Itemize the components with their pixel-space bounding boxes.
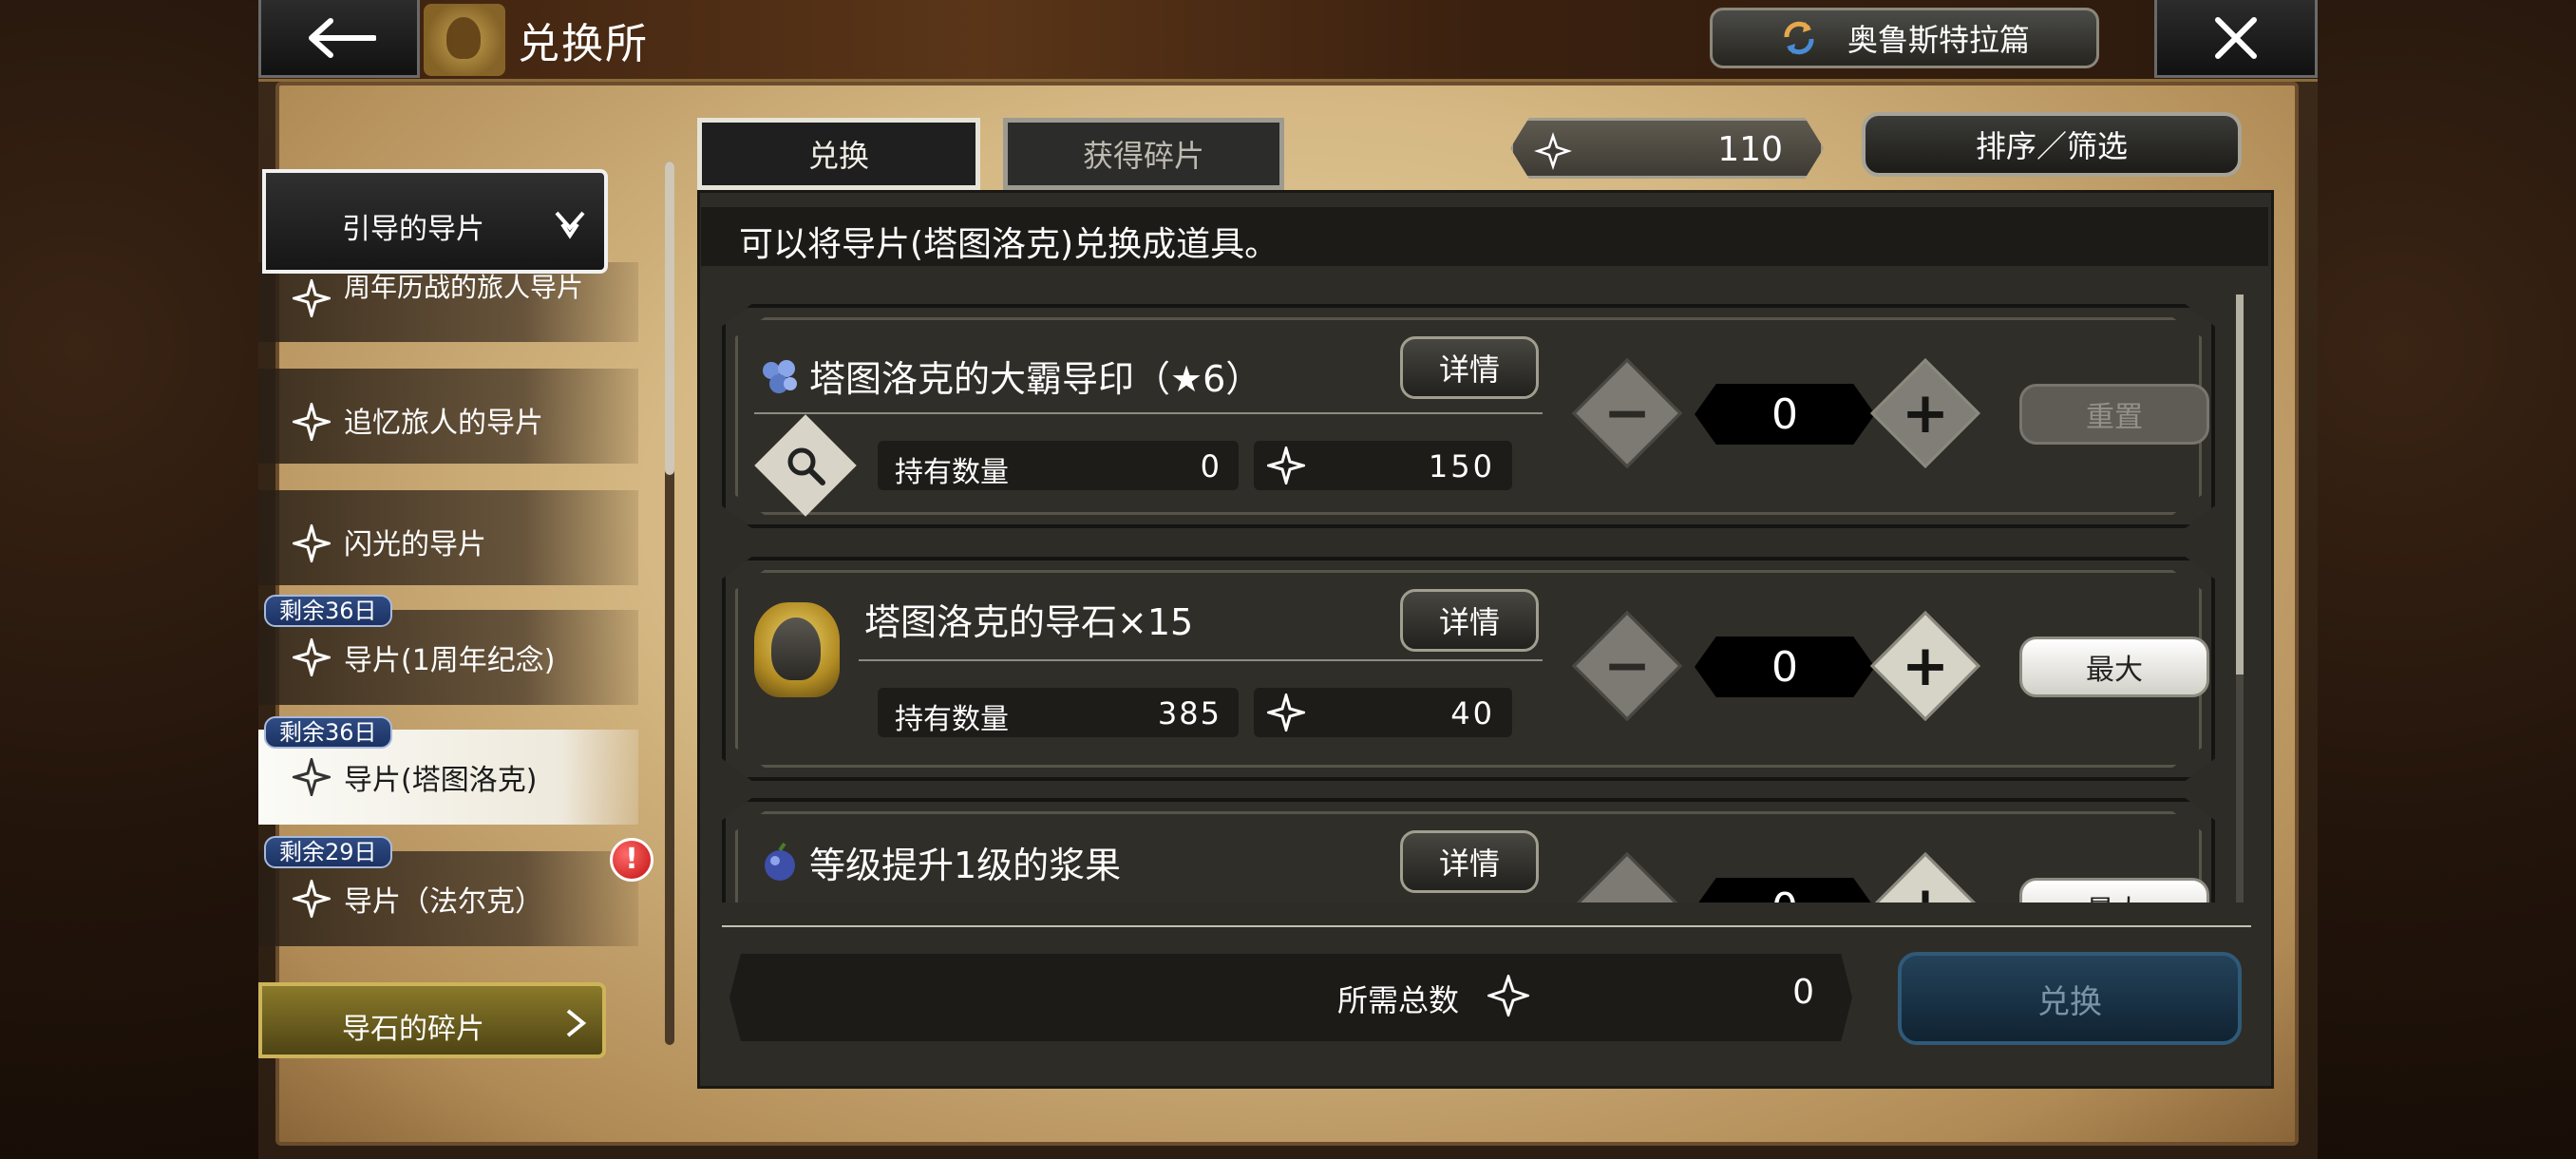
page-title: 兑换所 — [518, 20, 649, 68]
held-count-label: 持有数量 — [895, 703, 1009, 736]
stone-shards-label: 导石的碎片 — [342, 1013, 484, 1046]
currency-display: 110 — [1510, 118, 1824, 179]
minus-icon: − — [1602, 380, 1652, 446]
background-right — [2318, 0, 2576, 1159]
sidebar-item-label: 追忆旅人的导片 — [344, 407, 543, 440]
max-button[interactable]: 最大 — [2019, 878, 2209, 902]
item-name: 等级提升1级的浆果 — [809, 845, 1122, 886]
details-button[interactable]: 详情 — [1400, 830, 1539, 893]
footer-divider — [722, 925, 2251, 927]
sidebar-category-dropdown[interactable]: 引导的导片 — [262, 169, 608, 274]
shard-diamond-icon — [1267, 446, 1305, 484]
back-button[interactable] — [258, 0, 420, 78]
decrease-button[interactable]: − — [1572, 358, 1682, 468]
inspect-button[interactable] — [754, 414, 857, 517]
stone-shards-button[interactable]: 导石的碎片 — [258, 982, 606, 1058]
exchange-item-list[interactable]: 塔图洛克的大霸导印（★6） 详情 持有数量 0 150 − 0 + 重置 塔图洛… — [703, 276, 2242, 902]
tab-exchange[interactable]: 兑换 — [697, 118, 980, 190]
close-button[interactable] — [2154, 0, 2318, 78]
sync-icon — [1784, 21, 1814, 55]
sidebar-scrollbar-thumb[interactable] — [665, 162, 674, 475]
minus-icon: − — [1591, 871, 1663, 902]
total-required-box: 所需总数 0 — [729, 954, 1852, 1041]
chevron-down-icon — [555, 211, 585, 239]
tab-get-shards[interactable]: 获得碎片 — [1003, 118, 1284, 190]
total-required-value: 0 — [1792, 973, 1814, 1012]
back-arrow-icon — [309, 17, 376, 58]
shard-diamond-icon — [293, 279, 331, 317]
sidebar-item-label: 导片(1周年纪念) — [344, 644, 556, 677]
cost-value: 150 — [1428, 448, 1495, 484]
increase-button[interactable]: + — [1870, 358, 1980, 468]
exchange-item-card: 塔图洛克的大霸导印（★6） 详情 持有数量 0 150 − 0 + 重置 — [722, 304, 2215, 528]
plus-icon: + — [1901, 380, 1950, 446]
details-button[interactable]: 详情 — [1400, 336, 1539, 399]
decrease-button[interactable]: − — [1572, 852, 1682, 902]
divider — [754, 412, 1543, 414]
held-count-box: 持有数量 0 — [878, 441, 1239, 490]
item-name: 塔图洛克的大霸导印（★6） — [809, 358, 1262, 400]
increase-button[interactable]: + — [1870, 611, 1980, 721]
shard-diamond-icon — [293, 403, 331, 441]
reset-button[interactable]: 重置 — [2019, 384, 2209, 445]
held-count-label: 持有数量 — [895, 456, 1009, 489]
quantity-display: 0 — [1695, 878, 1875, 902]
berry-icon — [765, 842, 795, 881]
guide-stone-icon — [754, 602, 840, 697]
max-button[interactable]: 最大 — [2019, 636, 2209, 697]
minus-icon: − — [1602, 633, 1652, 699]
quantity-display: 0 — [1695, 384, 1875, 445]
sidebar-item-label: 闪光的导片 — [344, 528, 486, 561]
description-bar: 可以将导片(塔图洛克)兑换成道具。 — [701, 207, 2268, 266]
magnifier-icon — [787, 447, 825, 485]
quantity-display: 0 — [1695, 636, 1875, 697]
sidebar-item-label: 周年历战的旅人导片 — [344, 272, 584, 303]
shard-diamond-icon — [1487, 975, 1529, 1016]
shard-diamond-icon — [293, 524, 331, 562]
chevron-right-icon — [566, 1009, 587, 1037]
chapter-switch-button[interactable]: 奥鲁斯特拉篇 — [1710, 8, 2099, 68]
sidebar-item[interactable]: 追忆旅人的导片 — [258, 369, 638, 464]
exchange-button[interactable]: 兑换 — [1898, 952, 2242, 1045]
increase-button[interactable]: + — [1870, 852, 1980, 902]
details-button[interactable]: 详情 — [1400, 589, 1539, 652]
held-count-value: 385 — [1157, 695, 1222, 732]
exchange-item-card: 塔图洛克的导石×15 详情 持有数量 385 40 − 0 + 最大 — [722, 557, 2215, 781]
sidebar-item-label: 导片（法尔克） — [344, 885, 543, 919]
plus-icon: + — [1889, 871, 1961, 902]
alert-icon: ! — [610, 838, 653, 882]
item-list-scrollbar-thumb[interactable] — [2236, 294, 2244, 674]
background-left — [0, 0, 258, 1159]
sort-filter-button[interactable]: 排序／筛选 — [1862, 112, 2242, 177]
currency-amount: 110 — [1717, 130, 1783, 169]
time-remaining-badge: 剩余29日 — [264, 836, 392, 868]
close-icon — [2215, 16, 2257, 59]
shard-diamond-icon — [293, 638, 331, 676]
exchange-shop-emblem-icon — [424, 4, 505, 76]
cost-box: 150 — [1254, 441, 1512, 490]
divider — [859, 659, 1543, 661]
total-required-label: 所需总数 — [1337, 982, 1460, 1018]
plus-icon: + — [1901, 633, 1950, 699]
shard-diamond-icon — [293, 758, 331, 796]
sidebar-item-label: 导片(塔图洛克) — [344, 764, 538, 797]
held-count-value: 0 — [1200, 448, 1222, 484]
time-remaining-badge: 剩余36日 — [264, 595, 392, 627]
shard-diamond-icon — [1534, 132, 1572, 170]
description-text: 可以将导片(塔图洛克)兑换成道具。 — [739, 225, 1279, 264]
cost-value: 40 — [1450, 695, 1495, 732]
time-remaining-badge: 剩余36日 — [264, 716, 392, 749]
decrease-button[interactable]: − — [1572, 611, 1682, 721]
exchange-item-card: 等级提升1级的浆果 详情 − 0 + 最大 — [722, 798, 2215, 902]
held-count-box: 持有数量 385 — [878, 688, 1239, 737]
sidebar-item[interactable]: 周年历战的旅人导片 — [258, 262, 638, 342]
item-name: 塔图洛克的导石×15 — [864, 601, 1194, 643]
shard-diamond-icon — [1267, 694, 1305, 732]
cost-box: 40 — [1254, 688, 1512, 737]
category-label: 引导的导片 — [342, 213, 484, 246]
sidebar-item[interactable]: 闪光的导片 — [258, 490, 638, 585]
shard-diamond-icon — [293, 880, 331, 918]
chapter-label: 奥鲁斯特拉篇 — [1847, 22, 2030, 58]
seal-cluster-icon — [763, 360, 797, 393]
